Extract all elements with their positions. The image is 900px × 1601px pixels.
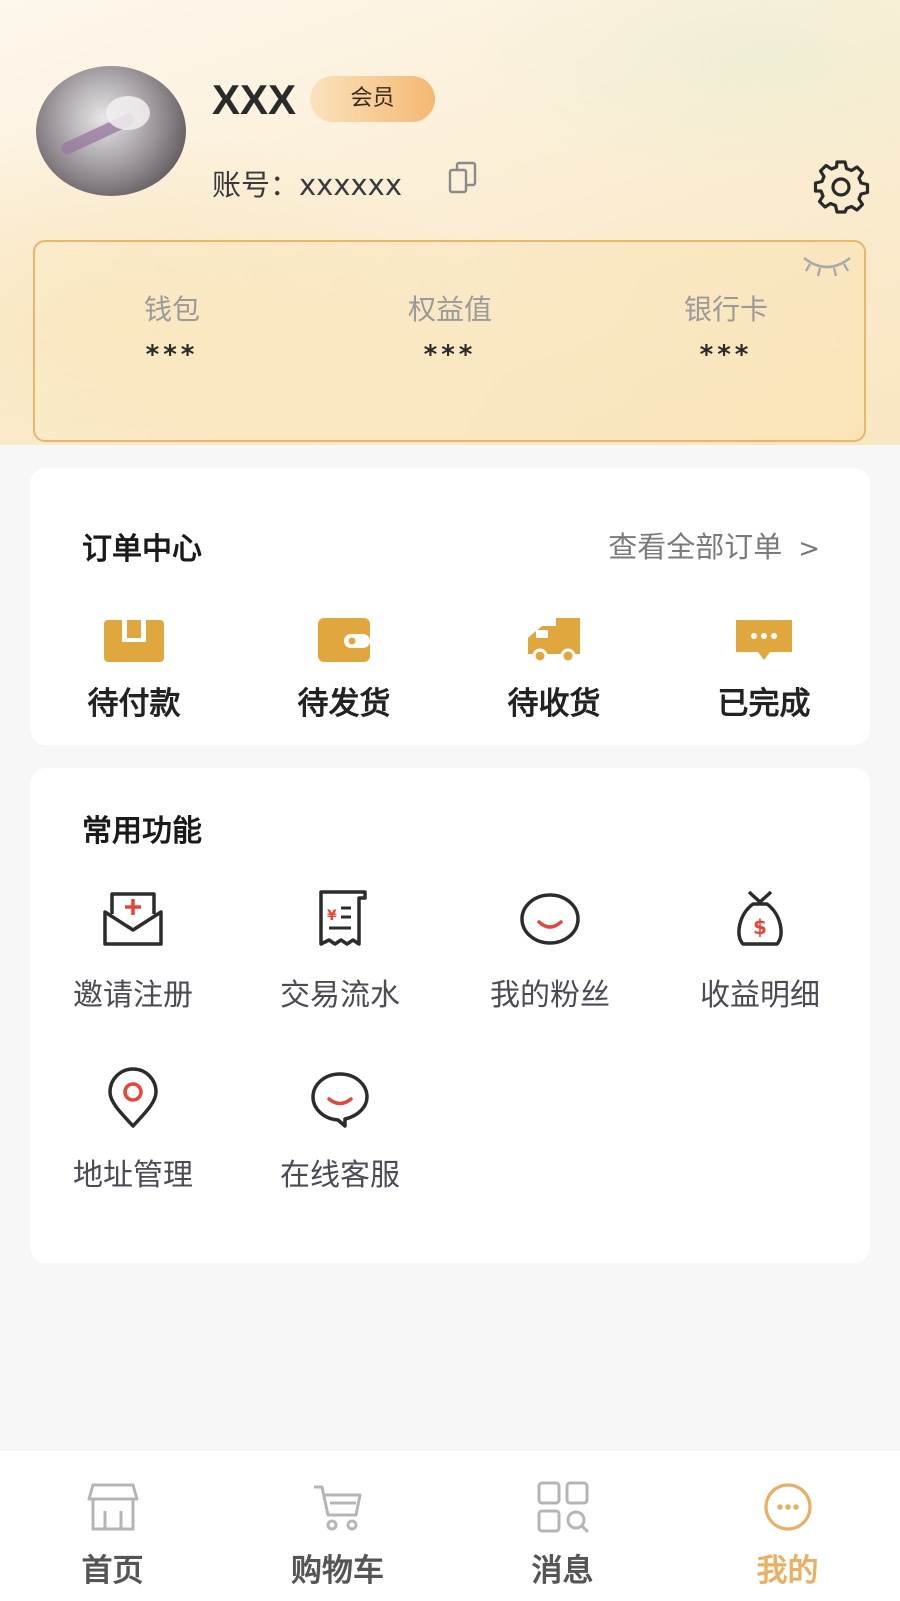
invite-mail-icon (103, 892, 163, 946)
common-functions-title: 常用功能 (82, 814, 202, 849)
wallet-value: *** (699, 340, 753, 370)
gear-icon[interactable] (812, 158, 870, 216)
function-label: 地址管理 (73, 1158, 193, 1193)
location-pin-icon (108, 1067, 158, 1128)
view-all-label: 查看全部订单 (608, 530, 783, 564)
wallet-label: 钱包 (143, 293, 200, 326)
tab-label: 消息 (531, 1553, 594, 1589)
svg-text:$: $ (753, 915, 767, 939)
money-bag-icon: $ (737, 890, 783, 946)
function-label: 收益明细 (700, 978, 820, 1013)
tab-label: 我的 (756, 1553, 819, 1589)
avatar[interactable] (36, 66, 186, 196)
tab-label: 购物车 (291, 1553, 384, 1589)
tab-messages[interactable]: 消息 (450, 1450, 675, 1601)
order-completed[interactable]: 已完成 (674, 616, 854, 723)
function-my-fans[interactable]: 我的粉丝 (455, 886, 645, 1014)
view-all-orders-link[interactable]: 查看全部订单 > (608, 524, 820, 566)
function-label: 邀请注册 (73, 978, 193, 1013)
function-label: 在线客服 (280, 1158, 400, 1193)
function-transactions[interactable]: ¥ 交易流水 (245, 886, 435, 1014)
tab-label: 首页 (81, 1553, 144, 1589)
username: XXX (212, 76, 297, 123)
wallet-item-bank-card[interactable]: 银行卡 *** (626, 288, 826, 370)
tab-home[interactable]: 首页 (0, 1450, 225, 1601)
shop-icon (87, 1483, 138, 1531)
function-invite-register[interactable]: 邀请注册 (38, 886, 228, 1014)
common-functions-card: 常用功能 邀请注册 ¥ 交易流水 我的粉丝 $ 收益明细 地址管理 在线客服 (30, 768, 870, 1263)
wallet-label: 权益值 (407, 293, 492, 326)
wallet-label: 银行卡 (683, 293, 768, 326)
order-label: 待发货 (297, 686, 391, 722)
customer-service-icon (311, 1072, 369, 1128)
order-pending-shipment[interactable]: 待发货 (254, 616, 434, 723)
chat-bubble-icon (736, 620, 792, 660)
member-badge: 会员 (310, 76, 435, 122)
function-address-management[interactable]: 地址管理 (38, 1066, 228, 1194)
chevron-right-icon: > (798, 534, 820, 564)
svg-text:¥: ¥ (327, 908, 337, 924)
function-online-service[interactable]: 在线客服 (245, 1066, 435, 1194)
eye-closed-icon[interactable] (800, 250, 854, 280)
account-value: xxxxxx (299, 168, 402, 202)
wallet-icon (318, 618, 370, 662)
order-label: 已完成 (717, 686, 811, 722)
order-pending-payment[interactable]: 待付款 (44, 616, 224, 723)
order-center-card: 订单中心 查看全部订单 > 待付款 待发货 待收货 已完成 (30, 468, 870, 745)
tab-cart[interactable]: 购物车 (225, 1450, 450, 1601)
order-pending-receipt[interactable]: 待收货 (464, 616, 644, 723)
wallet-value: *** (145, 340, 199, 370)
cart-icon (313, 1485, 361, 1531)
receipt-icon: ¥ (319, 890, 367, 946)
order-center-title: 订单中心 (82, 532, 202, 567)
smile-icon (520, 893, 580, 945)
function-earnings-detail[interactable]: $ 收益明细 (665, 886, 855, 1014)
wallet-box-icon (104, 620, 164, 662)
account-label: 账号： (212, 168, 300, 202)
order-label: 待付款 (87, 686, 181, 722)
function-label: 我的粉丝 (490, 978, 610, 1013)
wallet-item-wallet[interactable]: 钱包 *** (72, 288, 272, 370)
truck-icon (528, 618, 580, 664)
tab-mine[interactable]: 我的 (675, 1450, 900, 1601)
profile-face-icon (763, 1483, 812, 1531)
account-row: 账号：xxxxxx (212, 162, 402, 204)
bottom-tab-bar: 首页 购物车 消息 我的 (0, 1449, 900, 1601)
wallet-value: *** (423, 340, 477, 370)
function-label: 交易流水 (280, 978, 400, 1013)
grid-search-icon (537, 1481, 589, 1533)
order-label: 待收货 (507, 686, 601, 722)
copy-icon[interactable] (448, 161, 478, 195)
wallet-item-rights[interactable]: 权益值 *** (350, 288, 550, 370)
